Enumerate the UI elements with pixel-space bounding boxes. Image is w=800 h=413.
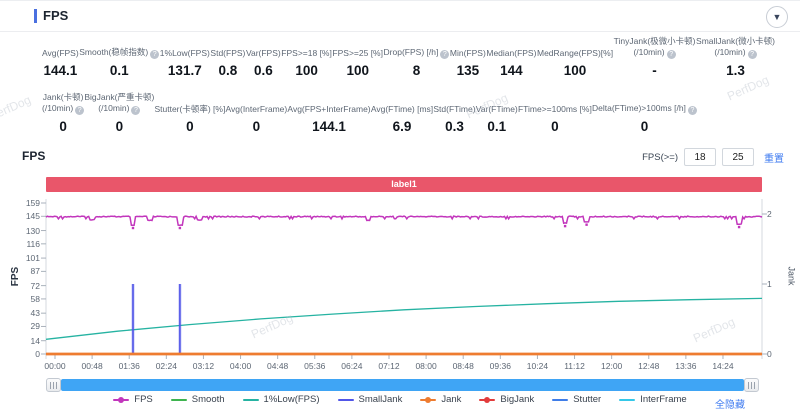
legend-item[interactable]: Jank [420,394,461,405]
x-axis-tick-label: 11:12 [564,361,585,371]
y-axis-tick-label: 130 [25,225,40,236]
x-axis-tick-label: 10:24 [526,361,549,371]
x-axis-tick-label: 06:24 [341,361,363,371]
scrollbar-right-handle[interactable] [744,378,759,392]
y-axis-tick-label: 101 [25,253,40,264]
legend-marker-icon [170,396,187,403]
x-axis-tick-label: 14:24 [712,361,734,371]
legend-item[interactable]: Stutter [552,394,601,405]
legend-item[interactable]: SmallJank [337,394,403,405]
legend-label: Smooth [191,394,225,405]
x-axis-tick-label: 00:00 [44,361,66,371]
x-axis-tick-label: 08:48 [452,361,474,371]
legend-marker-icon [242,396,259,403]
x-axis-tick-label: 12:48 [638,361,660,371]
series-1pclow-line [45,297,763,340]
legend-label: InterFrame [640,394,687,405]
y-axis-tick-label: 0 [35,349,40,359]
legend-marker-icon [552,396,569,403]
legend-label: Jank [441,394,462,405]
fps-panel: FPS ▼ Avg(FPS) 144.1 Smooth(稳帧指数)? 0.1 1… [0,0,800,413]
y-axis-tick-label: 14 [30,335,40,346]
series-fps-line [45,214,763,227]
x-axis-tick-label: 12:00 [601,361,623,371]
legend-label: FPS [134,394,153,405]
y-axis-right-tick-label: 1 [767,279,772,289]
series-fps-dip-marker [585,223,588,226]
y-axis-right-tick-label: 0 [767,349,772,359]
legend-item[interactable]: FPS [113,394,153,405]
x-axis-tick-label: 01:36 [118,361,140,371]
y-axis-right-tick-label: 2 [767,209,772,219]
legend-marker-icon [420,396,437,403]
y-axis-tick-label: 43 [30,308,40,319]
fps-chart-plot [41,199,767,359]
y-axis-tick-label: 159 [25,198,40,208]
series-fps-dip-marker [737,225,741,229]
y-axis-tick-label: 58 [30,293,40,304]
chart-legend: FPS Smooth 1%Low(FPS) SmallJank Jank Big… [0,394,800,405]
x-axis-tick-label: 09:36 [489,361,511,371]
x-axis-tick-label: 00:48 [81,361,103,371]
y-axis-title-right: Jank [786,266,797,286]
x-axis-tick-label: 04:48 [267,361,289,371]
y-axis-tick-label: 116 [26,238,40,249]
x-axis-tick-label: 04:00 [229,361,252,371]
y-axis-title-left: FPS [10,266,22,287]
legend-label: SmallJank [358,394,403,405]
series-fps-dip-marker [131,226,135,230]
hide-all-link[interactable]: 全隐藏 [715,396,745,411]
x-axis-tick-label: 02:24 [155,361,177,371]
legend-item[interactable]: BigJank [479,394,534,405]
legend-marker-icon [113,396,130,403]
legend-marker-icon [337,396,354,403]
grip-icon [748,381,755,389]
x-axis-tick-label: 05:36 [304,361,326,371]
grip-icon [50,381,57,389]
x-axis-tick-label: 07:12 [378,361,400,371]
legend-label: 1%Low(FPS) [263,394,320,405]
legend-marker-icon [479,396,496,403]
legend-marker-icon [619,396,636,403]
series-fps-dip-marker [178,226,182,230]
scrollbar-left-handle[interactable] [46,378,61,392]
legend-label: Stutter [573,394,602,405]
legend-item[interactable]: 1%Low(FPS) [242,394,320,405]
x-axis-tick-label: 13:36 [675,361,697,371]
legend-label: BigJank [500,394,535,405]
legend-item[interactable]: InterFrame [619,394,687,405]
x-axis-tick-label: 08:00 [415,361,437,371]
x-axis-tick-label: 03:12 [192,361,215,371]
series-fps-dip-marker [563,224,567,228]
y-axis-tick-label: 29 [30,321,40,332]
y-axis-tick-label: 145 [25,211,40,222]
legend-item[interactable]: Smooth [170,394,225,405]
chart-range-scrollbar[interactable] [61,379,744,391]
